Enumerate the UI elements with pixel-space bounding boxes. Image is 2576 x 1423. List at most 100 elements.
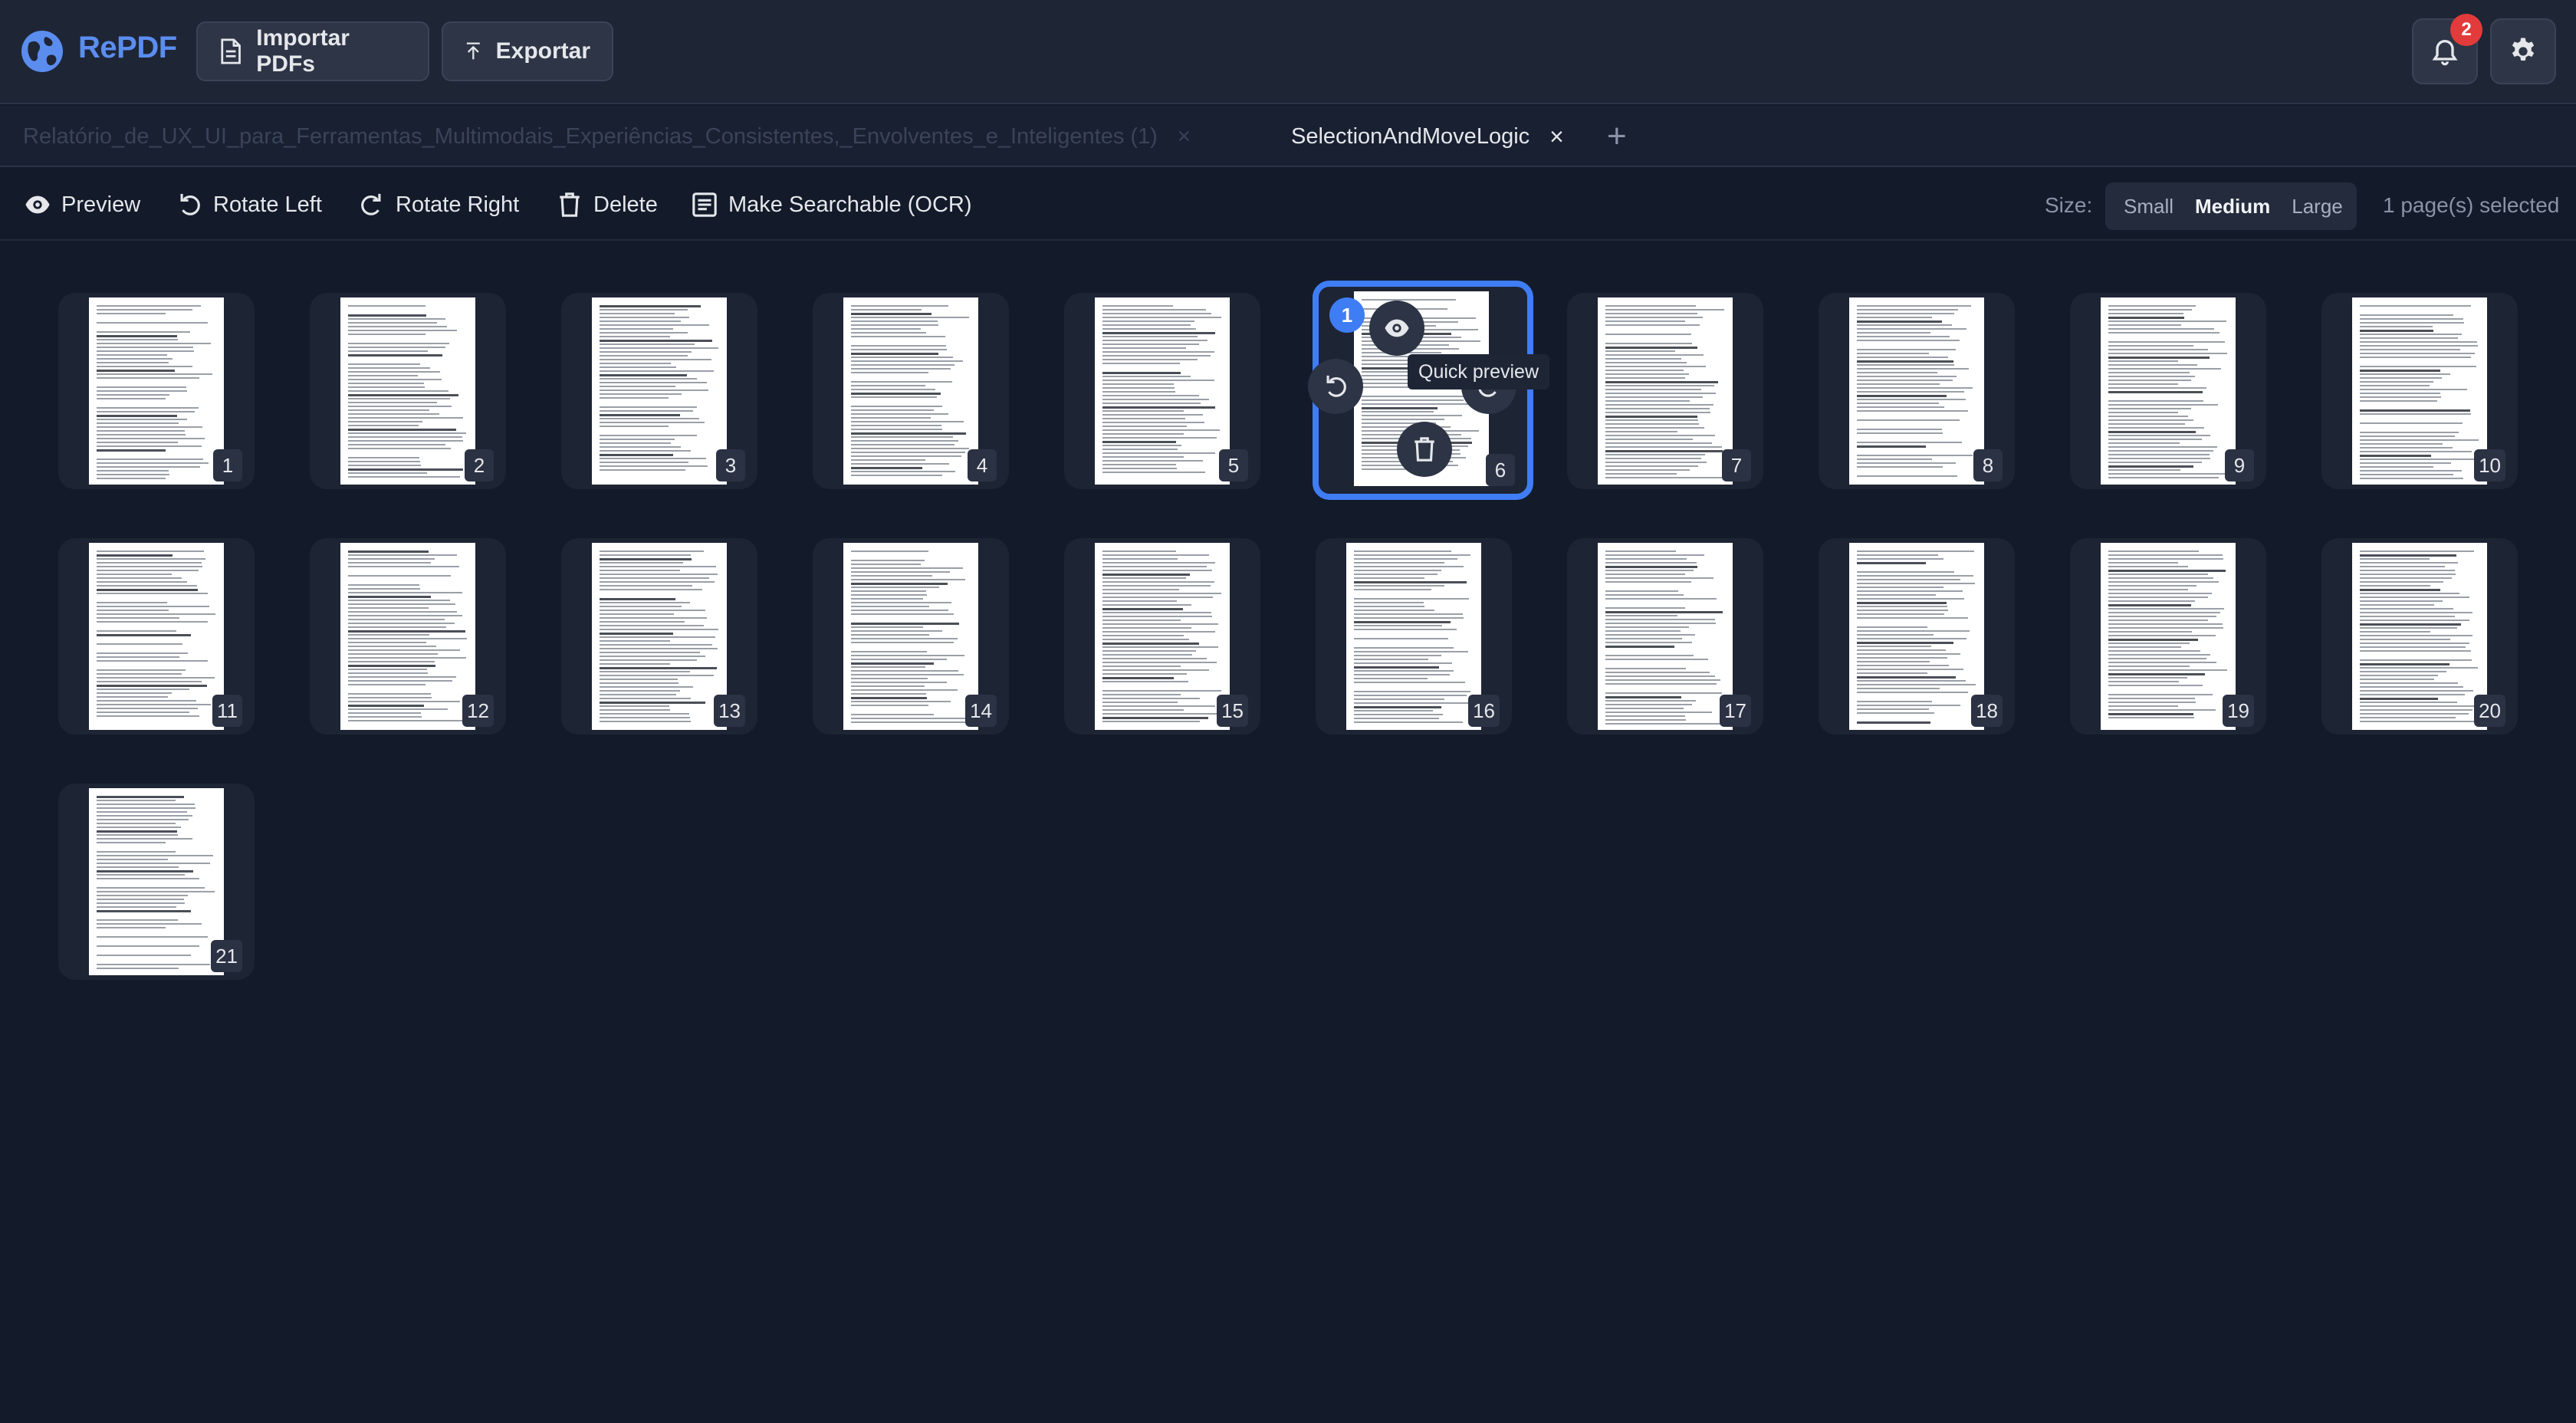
delete-page-button[interactable] <box>1397 422 1452 477</box>
text-line <box>1102 581 1214 583</box>
text-line <box>97 859 168 860</box>
preview-button[interactable]: Preview <box>25 186 140 224</box>
text-line <box>97 362 169 363</box>
text-line <box>348 314 426 317</box>
page-card[interactable]: 19 <box>2070 538 2266 735</box>
text-line <box>2108 309 2192 311</box>
page-card[interactable]: 13 <box>561 538 757 735</box>
page-card[interactable]: 10 <box>2321 293 2518 489</box>
text-line <box>600 328 673 330</box>
rotate-left-page-button[interactable] <box>1308 359 1363 414</box>
text-line <box>97 685 207 687</box>
page-card[interactable]: 1 <box>58 293 255 489</box>
size-option-medium[interactable]: Medium <box>2184 195 2281 219</box>
quick-preview-button[interactable] <box>1369 301 1424 356</box>
page-number: 2 <box>465 449 494 481</box>
settings-button[interactable] <box>2490 18 2556 84</box>
globe-icon[interactable] <box>20 29 64 74</box>
text-line <box>97 339 178 340</box>
text-line <box>1857 638 1967 639</box>
text-line <box>2108 408 2191 409</box>
text-line <box>851 634 929 636</box>
text-line <box>1857 571 1954 573</box>
text-line <box>348 379 442 380</box>
page-card[interactable]: 3 <box>561 293 757 489</box>
close-icon[interactable]: × <box>1178 124 1191 150</box>
text-line <box>600 446 681 448</box>
page-card[interactable]: 7 <box>1567 293 1763 489</box>
import-pdfs-button[interactable]: Importar PDFs <box>196 21 429 81</box>
scan-text-icon <box>692 192 717 217</box>
text-line <box>348 554 457 556</box>
text-line <box>1354 562 1444 564</box>
text-line <box>2360 694 2465 695</box>
text-line <box>1354 581 1467 583</box>
text-line <box>1857 642 1953 644</box>
text-line <box>1857 705 1960 706</box>
tab-label: SelectionAndMoveLogic <box>1291 123 1530 149</box>
text-line <box>1102 562 1215 564</box>
page-card[interactable]: 14 <box>813 538 1009 735</box>
page-card[interactable]: 8 <box>1819 293 2015 489</box>
text-line <box>97 688 189 690</box>
text-line <box>851 368 951 370</box>
page-card[interactable]: 12 <box>310 538 506 735</box>
page-card[interactable]: 15 <box>1064 538 1260 735</box>
export-button[interactable]: Exportar <box>442 21 613 81</box>
page-card[interactable]: 17 <box>1567 538 1763 735</box>
text-line <box>97 643 182 645</box>
size-option-large[interactable]: Large <box>2281 195 2354 219</box>
text-line <box>1857 583 1975 584</box>
text-line <box>2108 581 2219 583</box>
tab-selectionandmovelogic[interactable]: SelectionAndMoveLogic × <box>1291 106 1564 167</box>
text-line <box>1857 353 1929 354</box>
text-line <box>97 554 172 557</box>
page-card[interactable]: 61 <box>1308 281 1533 500</box>
text-line <box>600 581 715 583</box>
text-line <box>851 413 948 415</box>
text-line <box>2108 320 2226 322</box>
text-line <box>348 619 445 620</box>
add-tab-button[interactable]: + <box>1607 106 1627 167</box>
text-line <box>97 430 185 432</box>
text-line <box>851 309 922 311</box>
page-card[interactable]: 9 <box>2070 293 2266 489</box>
text-line <box>1857 649 1946 651</box>
text-line <box>97 466 200 468</box>
text-line <box>2108 616 2216 617</box>
page-card[interactable]: 18 <box>1819 538 2015 735</box>
page-card[interactable]: 2 <box>310 293 506 489</box>
close-icon[interactable]: × <box>1549 123 1564 151</box>
text-line <box>97 906 176 908</box>
text-line <box>97 305 201 307</box>
text-line <box>2360 334 2462 335</box>
size-option-small[interactable]: Small <box>2113 195 2184 219</box>
text-line <box>1102 414 1203 416</box>
page-card[interactable]: 21 <box>58 784 255 980</box>
page-card[interactable]: 16 <box>1316 538 1512 735</box>
rotate-right-button[interactable]: Rotate Right <box>359 186 519 224</box>
text-line <box>348 417 463 419</box>
ocr-button[interactable]: Make Searchable (OCR) <box>692 186 972 224</box>
tab-relatorio[interactable]: Relatório_de_UX_UI_para_Ferramentas_Mult… <box>23 106 1191 167</box>
text-line <box>1102 623 1218 625</box>
page-card[interactable]: 5 <box>1064 293 1260 489</box>
text-line <box>1605 442 1712 444</box>
text-line <box>1605 347 1697 349</box>
text-line <box>600 454 673 456</box>
text-line <box>1102 694 1181 695</box>
page-card[interactable]: 20 <box>2321 538 2518 735</box>
text-line <box>600 554 691 556</box>
text-line <box>97 343 211 344</box>
page-card[interactable]: 11 <box>58 538 255 735</box>
page-number: 13 <box>714 695 745 727</box>
text-line <box>97 558 205 560</box>
delete-button[interactable]: Delete <box>557 186 658 224</box>
text-line <box>97 910 191 912</box>
text-line <box>2360 713 2469 715</box>
text-line <box>1857 458 1932 460</box>
text-line <box>2360 432 2459 433</box>
text-line <box>851 357 953 358</box>
page-card[interactable]: 4 <box>813 293 1009 489</box>
rotate-left-button[interactable]: Rotate Left <box>176 186 322 224</box>
